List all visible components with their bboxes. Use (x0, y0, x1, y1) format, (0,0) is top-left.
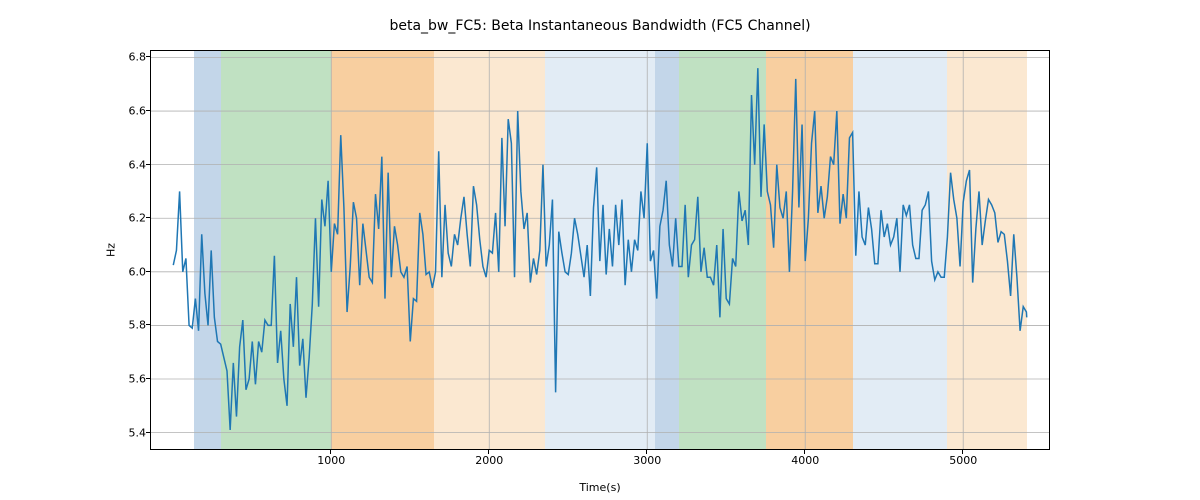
x-tick-label: 3000 (633, 454, 661, 467)
x-tick-label: 4000 (791, 454, 819, 467)
y-tick-label: 6.0 (129, 265, 147, 278)
x-tick-label: 1000 (317, 454, 345, 467)
y-tick-mark (146, 217, 150, 218)
y-tick-label: 6.8 (129, 51, 147, 64)
x-tick-label: 5000 (949, 454, 977, 467)
y-tick-mark (146, 432, 150, 433)
y-tick-mark (146, 378, 150, 379)
y-tick-label: 6.6 (129, 105, 147, 118)
y-tick-label: 5.8 (129, 319, 147, 332)
x-tick-mark (804, 450, 805, 454)
chart-title: beta_bw_FC5: Beta Instantaneous Bandwidt… (0, 18, 1200, 34)
y-tick-label: 5.6 (129, 373, 147, 386)
y-tick-mark (146, 271, 150, 272)
chart-axes (150, 50, 1050, 450)
x-axis-label: Time(s) (0, 481, 1200, 494)
y-axis-label: Hz (105, 243, 118, 257)
y-tick-mark (146, 324, 150, 325)
y-tick-label: 6.4 (129, 158, 147, 171)
x-tick-label: 2000 (475, 454, 503, 467)
x-tick-mark (488, 450, 489, 454)
y-tick-mark (146, 56, 150, 57)
figure: beta_bw_FC5: Beta Instantaneous Bandwidt… (0, 0, 1200, 500)
y-tick-label: 6.2 (129, 212, 147, 225)
x-tick-mark (646, 450, 647, 454)
y-tick-mark (146, 164, 150, 165)
x-tick-mark (962, 450, 963, 454)
data-line (173, 68, 1026, 430)
x-tick-mark (330, 450, 331, 454)
y-tick-label: 5.4 (129, 426, 147, 439)
plot-svg (151, 51, 1049, 449)
y-tick-mark (146, 110, 150, 111)
